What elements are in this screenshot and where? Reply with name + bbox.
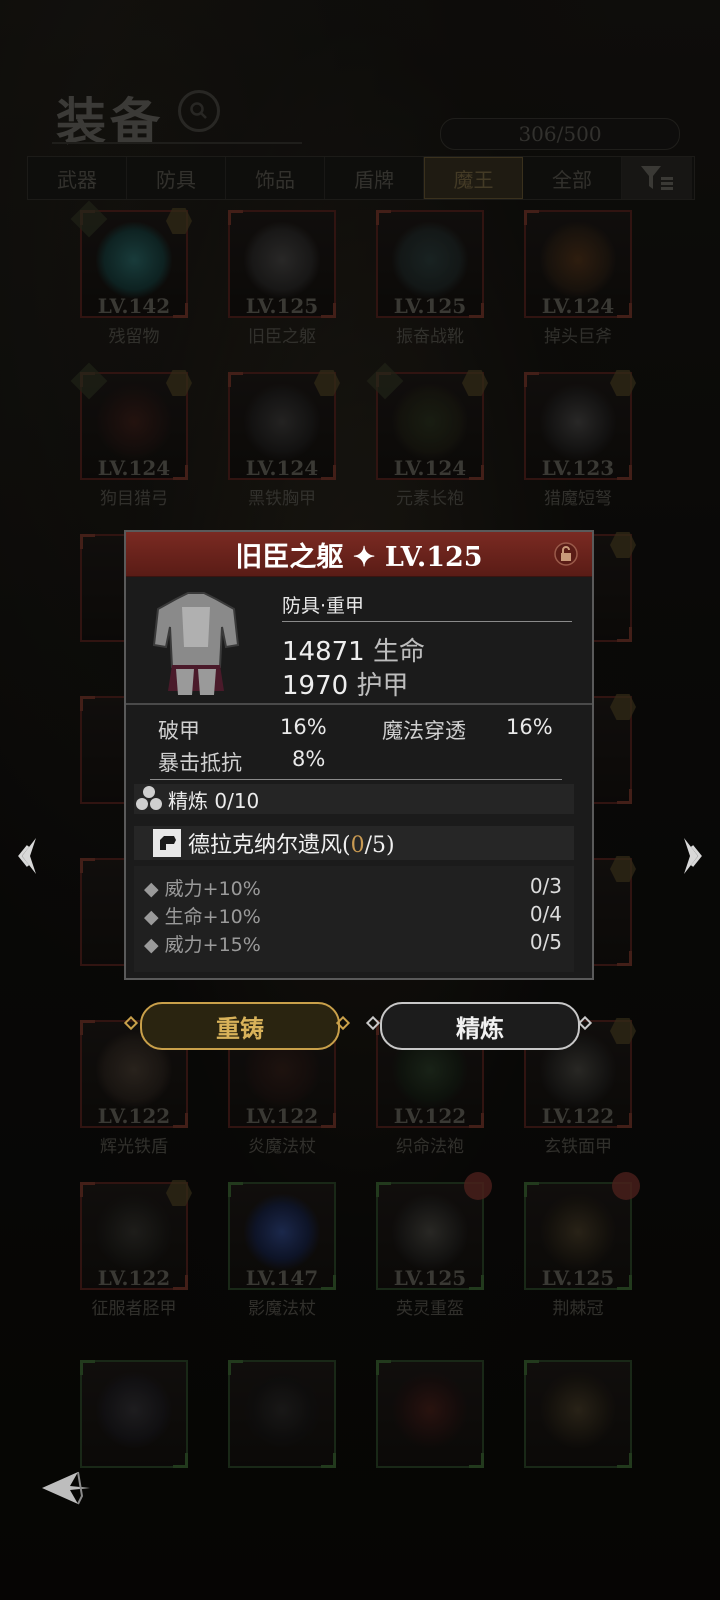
set-bonus-label: ◆ 威力+15% bbox=[144, 934, 261, 956]
set-bonus-progress: 0/3 bbox=[529, 874, 562, 898]
arrow-right-icon bbox=[684, 838, 702, 874]
refine-gems-icon bbox=[136, 786, 162, 810]
stat-value: 8% bbox=[292, 747, 326, 771]
hp-stat: 14871 生命 bbox=[282, 637, 425, 667]
set-bonus-list: ◆ 威力+10% 0/3 ◆ 生命+10% 0/4 ◆ 威力+15% 0/5 bbox=[134, 866, 574, 972]
item-detail-popup: 旧臣之躯 ✦ LV.125 防具·重甲 14871 生命 1970 护甲 破甲 … bbox=[124, 530, 594, 980]
next-item-button[interactable] bbox=[676, 836, 706, 876]
set-row: 德拉克纳尔遗风(0/5) bbox=[134, 826, 574, 860]
lock-button[interactable] bbox=[554, 542, 578, 570]
item-summary: 防具·重甲 14871 生命 1970 护甲 bbox=[126, 577, 592, 705]
armor-stat: 1970 护甲 bbox=[282, 671, 409, 701]
stat-label: 破甲 bbox=[158, 719, 200, 743]
stat-value: 16% bbox=[280, 715, 327, 739]
item-title: 旧臣之躯 ✦ LV.125 bbox=[235, 541, 483, 573]
set-bonus-progress: 0/4 bbox=[529, 902, 562, 926]
set-fist-icon bbox=[153, 829, 181, 857]
recast-button[interactable]: 重铸 bbox=[140, 1002, 340, 1050]
secondary-stats: 破甲 16% 魔法穿透 16% 暴击抵抗 8% bbox=[126, 705, 592, 787]
divider bbox=[282, 621, 572, 622]
back-icon bbox=[42, 1471, 90, 1505]
refine-button[interactable]: 精炼 bbox=[380, 1002, 580, 1050]
refine-progress: 精炼 0/10 bbox=[168, 788, 260, 813]
heavy-armor-icon bbox=[152, 592, 240, 695]
popup-header: 旧臣之躯 ✦ LV.125 bbox=[126, 532, 592, 577]
stat-label: 魔法穿透 bbox=[382, 719, 466, 743]
item-category: 防具·重甲 bbox=[282, 595, 365, 617]
stat-value: 16% bbox=[506, 715, 553, 739]
set-name: 德拉克纳尔遗风(0/5) bbox=[188, 833, 395, 858]
refine-row: 精炼 0/10 bbox=[134, 784, 574, 814]
stat-label: 暴击抵抗 bbox=[158, 751, 242, 775]
divider bbox=[150, 779, 562, 780]
set-bonus-label: ◆ 生命+10% bbox=[144, 906, 261, 928]
set-bonus-progress: 0/5 bbox=[529, 930, 562, 954]
set-bonus-label: ◆ 威力+10% bbox=[144, 878, 261, 900]
previous-item-button[interactable] bbox=[14, 836, 44, 876]
arrow-left-icon bbox=[18, 838, 36, 874]
back-button[interactable] bbox=[38, 1466, 92, 1510]
lock-icon bbox=[554, 542, 578, 566]
